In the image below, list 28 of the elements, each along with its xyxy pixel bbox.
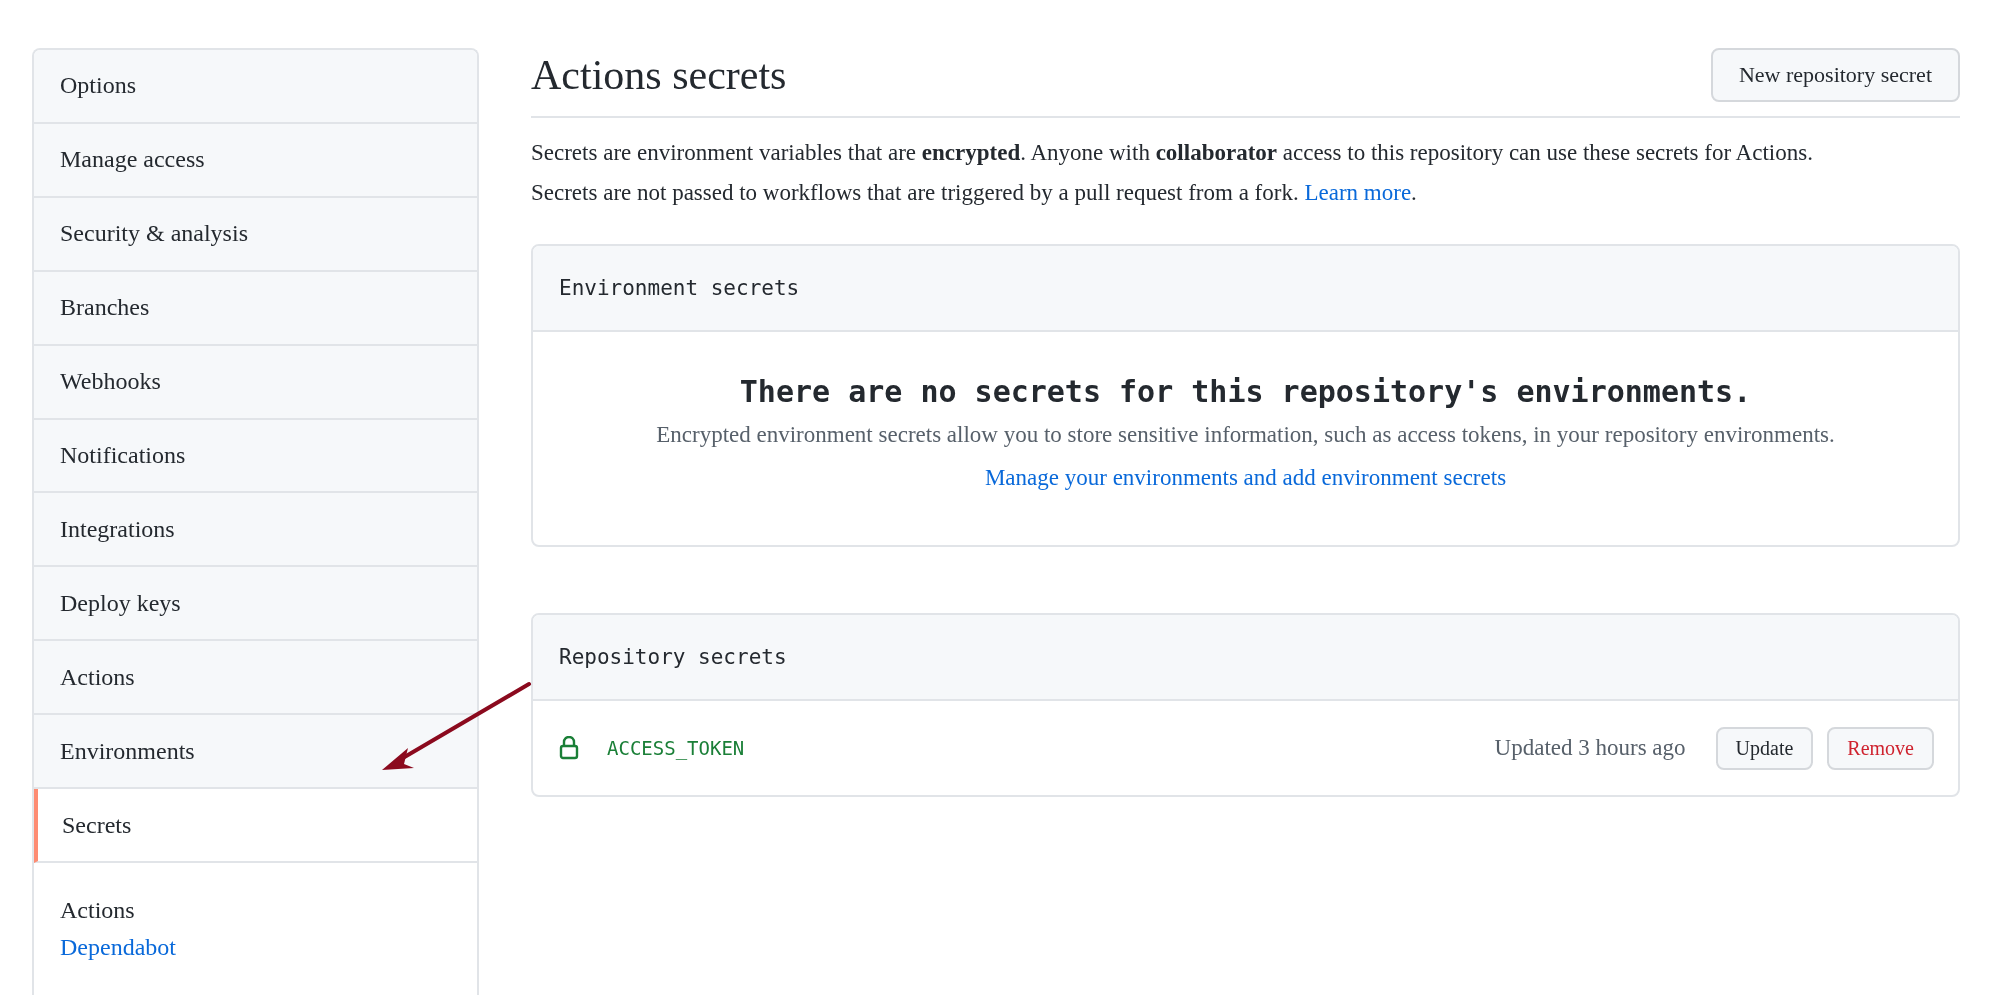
description-text: Secrets are environment variables that are encrypted. Anyone with collaborator access to this repository can use these secrets for Actions.: [531, 139, 1814, 167]
remove-button[interactable]: Remove: [1827, 726, 1934, 770]
sidebar-item[interactable]: Security & analysis: [34, 197, 477, 272]
sidebar-link[interactable]: Dependabot: [60, 933, 451, 961]
note-text: Secrets are not passed to workflows that are triggered by a pull request from a fork. Learn more.: [531, 179, 1418, 207]
updated-time: Updated 3 hours ago: [1494, 735, 1686, 761]
sidebar-item[interactable]: Manage access: [34, 123, 477, 198]
panel-header: Repository secrets: [533, 615, 1958, 701]
sidebar-item[interactable]: Deploy keys: [34, 567, 477, 642]
empty-state-text: Encrypted environment secrets allow you to store sensitive information, such as access tokens, in your repository environments.: [656, 421, 1835, 449]
page-title: Actions secrets: [531, 51, 787, 99]
new-secret-button[interactable]: New repository secret: [1710, 48, 1960, 102]
sidebar-item[interactable]: Integrations: [34, 493, 477, 568]
manage-environments-link[interactable]: Manage your environments and add environment secrets: [984, 465, 1507, 491]
sidebar-item[interactable]: Environments: [34, 715, 477, 790]
panel-header: Environment secrets: [533, 246, 1958, 332]
sidebar-item[interactable]: Branches: [34, 271, 477, 346]
update-button[interactable]: Update: [1715, 726, 1814, 770]
learn-more-link[interactable]: Learn more: [1304, 180, 1412, 205]
sidebar-item[interactable]: Webhooks: [34, 345, 477, 420]
sidebar-item[interactable]: Secrets: [34, 789, 477, 863]
sidebar-item[interactable]: Notifications: [34, 419, 477, 494]
lock-icon: [559, 736, 579, 760]
sidebar-heading: Actions: [60, 896, 136, 924]
secret-name: ACCESS_TOKEN: [607, 737, 745, 759]
sidebar-item[interactable]: Options: [34, 50, 477, 124]
sidebar-item[interactable]: Actions: [34, 641, 477, 716]
empty-state-title: There are no secrets for this repository's environments.: [739, 374, 1752, 409]
